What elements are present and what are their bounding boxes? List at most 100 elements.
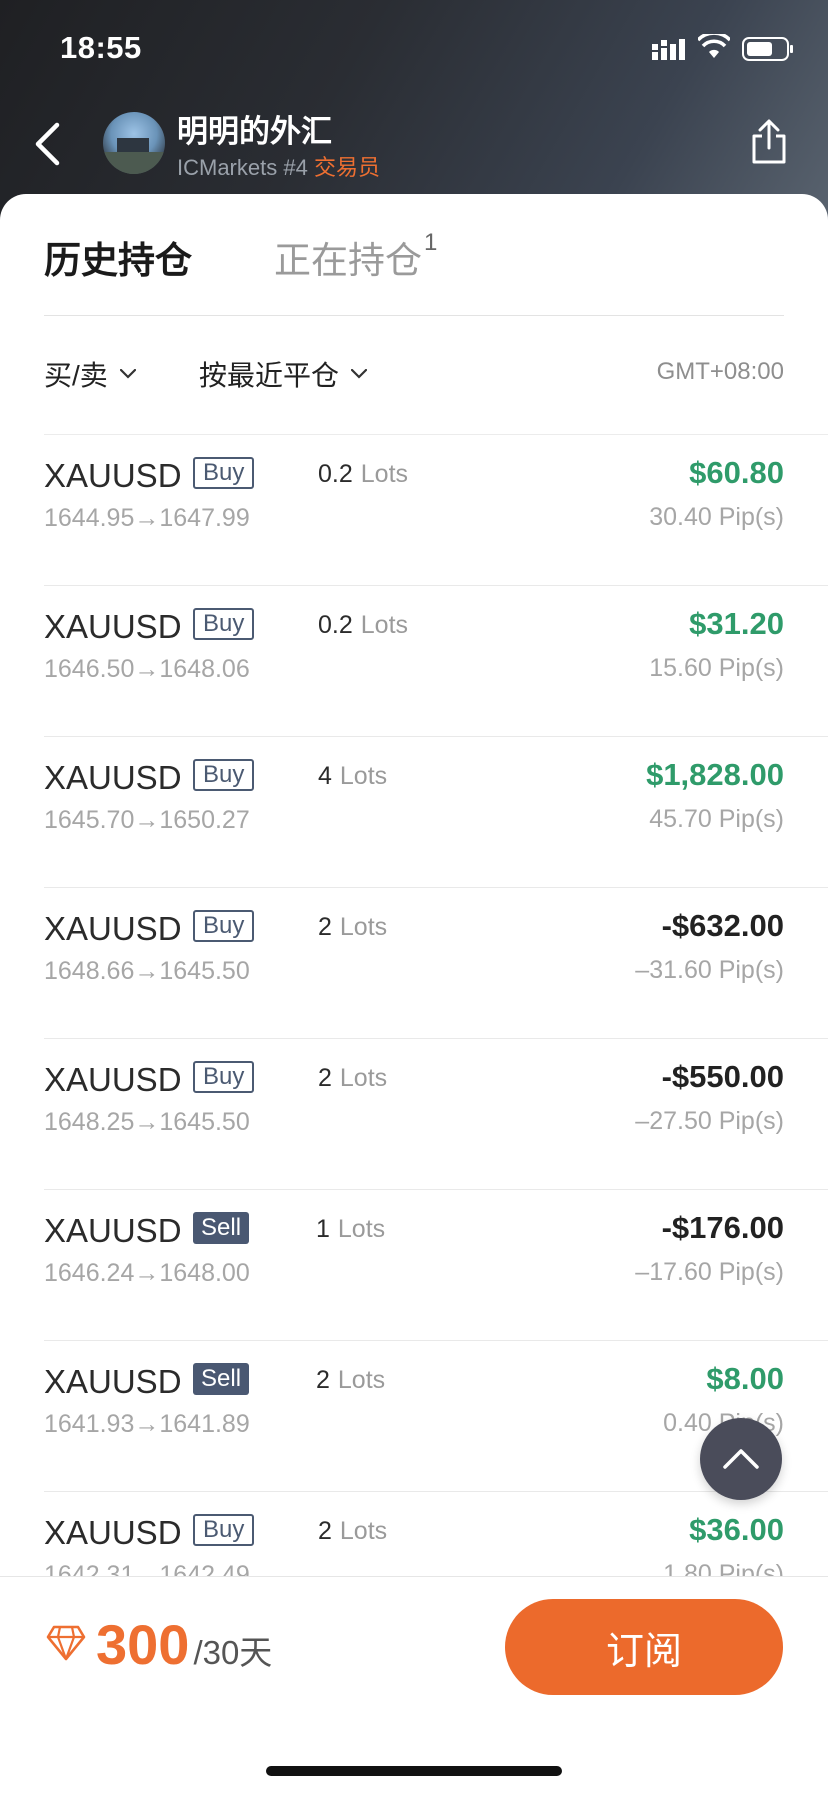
trade-pnl: $31.20 <box>689 606 784 641</box>
trade-symbol: XAUUSD <box>44 1363 182 1400</box>
subscribe-bar: 300 /30天 订阅 <box>0 1576 828 1793</box>
trade-pnl: $60.80 <box>689 455 784 490</box>
sort-label: 按最近平仓 <box>199 360 340 391</box>
trade-symbol: XAUUSD <box>44 910 182 947</box>
trade-lots-value: 4 <box>318 762 332 790</box>
price-period: /30天 <box>193 1634 273 1671</box>
chevron-down-icon <box>351 369 368 379</box>
price-value: 300 <box>96 1613 190 1676</box>
trade-side-badge: Buy <box>193 457 255 489</box>
trade-lots: 2 Lots <box>318 1064 387 1093</box>
trade-lots: 2 Lots <box>316 1366 385 1395</box>
trade-side-badge: Buy <box>193 608 255 640</box>
trade-lots: 2 Lots <box>318 1517 387 1546</box>
diamond-icon <box>46 1625 86 1661</box>
wifi-icon <box>698 34 730 58</box>
tab-divider <box>44 315 784 316</box>
scroll-top-icon <box>723 1449 759 1469</box>
trade-lots-value: 2 <box>318 1517 332 1545</box>
status-time: 18:55 <box>60 30 142 65</box>
tab-open-label: 正在持仓 <box>274 240 422 281</box>
trade-pips: 15.60 Pip(s) <box>649 654 784 682</box>
trade-row[interactable]: XAUUSD Buy 2 Lots 1648.25→1645.50 -$550.00 –27… <box>44 1038 828 1189</box>
trade-row[interactable]: XAUUSD Sell 1 Lots 1646.24→1648.00 -$176.00 –1… <box>44 1189 828 1340</box>
trade-pips: –17.60 Pip(s) <box>635 1258 784 1286</box>
scroll-to-top-button[interactable] <box>700 1418 782 1500</box>
trade-lots-unit: Lots <box>360 460 409 488</box>
trade-lots: 0.2 Lots <box>318 460 408 489</box>
trade-pnl: $1,828.00 <box>646 757 784 792</box>
avatar-image-ground <box>103 152 165 174</box>
trade-lots: 0.2 Lots <box>318 611 408 640</box>
trade-prices: 1641.93→1641.89 <box>44 1410 250 1438</box>
trade-symbol: XAUUSD <box>44 1061 182 1098</box>
trade-lots-unit: Lots <box>339 1064 388 1092</box>
subscribe-button[interactable]: 订阅 <box>505 1599 783 1695</box>
trade-lots-unit: Lots <box>360 611 409 639</box>
trade-lots-unit: Lots <box>339 762 388 790</box>
trade-pnl: $36.00 <box>689 1512 784 1547</box>
share-icon[interactable] <box>748 118 790 166</box>
trade-pips: 30.40 Pip(s) <box>649 503 784 531</box>
avatar[interactable] <box>103 112 165 174</box>
tab-history[interactable]: 历史持仓 <box>44 230 192 284</box>
timezone-label: GMT+08:00 <box>656 358 784 385</box>
trade-row[interactable]: XAUUSD Buy 0.2 Lots 1644.95→1647.99 $60.80 30.… <box>44 434 828 585</box>
filter-bar: 买/卖 按最近平仓 GMT+08:00 <box>44 354 784 402</box>
trade-row[interactable]: XAUUSD Buy 2 Lots 1648.66→1645.50 -$632.00 –31… <box>44 887 828 1038</box>
trade-side-badge: Sell <box>193 1363 250 1395</box>
trade-lots-value: 0.2 <box>318 611 353 639</box>
trade-prices: 1648.66→1645.50 <box>44 957 250 985</box>
trade-lots-value: 0.2 <box>318 460 353 488</box>
trade-lots-unit: Lots <box>339 913 388 941</box>
back-icon <box>35 122 60 166</box>
trade-lots-value: 1 <box>316 1215 330 1243</box>
side-filter-label: 买/卖 <box>44 360 108 391</box>
trade-lots-value: 2 <box>316 1366 330 1394</box>
sort-dropdown[interactable]: 按最近平仓 <box>199 354 368 394</box>
trade-symbol: XAUUSD <box>44 759 182 796</box>
trade-lots-unit: Lots <box>339 1517 388 1545</box>
trade-pnl: -$632.00 <box>661 908 784 943</box>
avatar-image <box>117 138 149 152</box>
trade-prices: 1648.25→1645.50 <box>44 1108 250 1136</box>
trade-prices: 1645.70→1650.27 <box>44 806 250 834</box>
trade-pnl: -$176.00 <box>661 1210 784 1245</box>
cellular-signal-icon <box>652 39 685 60</box>
trade-row[interactable]: XAUUSD Buy 0.2 Lots 1646.50→1648.06 $31.20 15.… <box>44 585 828 736</box>
trader-meta: ICMarkets #4 交易员 <box>177 150 380 182</box>
broker-label: ICMarkets #4 <box>177 155 308 180</box>
trade-side-badge: Sell <box>193 1212 250 1244</box>
tab-open[interactable]: 正在持仓1 <box>274 228 438 284</box>
trade-side-badge: Buy <box>193 1061 255 1093</box>
trade-side-badge: Buy <box>193 1514 255 1546</box>
trade-symbol: XAUUSD <box>44 457 182 494</box>
trade-lots-unit: Lots <box>337 1215 386 1243</box>
subscription-price: 300 /30天 <box>46 1617 272 1673</box>
trade-pips: –31.60 Pip(s) <box>635 956 784 984</box>
home-indicator <box>266 1766 562 1776</box>
trade-prices: 1646.24→1648.00 <box>44 1259 250 1287</box>
trade-lots-unit: Lots <box>337 1366 386 1394</box>
tab-history-label: 历史持仓 <box>44 240 192 281</box>
trade-lots-value: 2 <box>318 1064 332 1092</box>
back-button[interactable] <box>22 112 72 176</box>
battery-icon <box>742 37 793 61</box>
trade-lots: 1 Lots <box>316 1215 385 1244</box>
role-label: 交易员 <box>313 155 380 180</box>
trade-prices: 1644.95→1647.99 <box>44 504 250 532</box>
trade-lots: 4 Lots <box>318 762 387 791</box>
trade-side-badge: Buy <box>193 759 255 791</box>
position-tabs: 历史持仓 正在持仓1 <box>44 228 784 310</box>
trade-pnl: -$550.00 <box>661 1059 784 1094</box>
subscribe-button-label: 订阅 <box>605 1630 682 1673</box>
trade-side-badge: Buy <box>193 910 255 942</box>
side-filter-dropdown[interactable]: 买/卖 <box>44 354 136 394</box>
tab-open-count: 1 <box>424 228 438 256</box>
positions-sheet: 历史持仓 正在持仓1 买/卖 按最近平仓 GMT+08:00 XAUUSD Buy… <box>0 194 828 1792</box>
trade-pips: –27.50 Pip(s) <box>635 1107 784 1135</box>
trade-row[interactable]: XAUUSD Buy 4 Lots 1645.70→1650.27 $1,828.00 45… <box>44 736 828 887</box>
trade-lots-value: 2 <box>318 913 332 941</box>
chevron-down-icon <box>119 369 136 379</box>
trader-name: 明明的外汇 <box>177 114 332 149</box>
